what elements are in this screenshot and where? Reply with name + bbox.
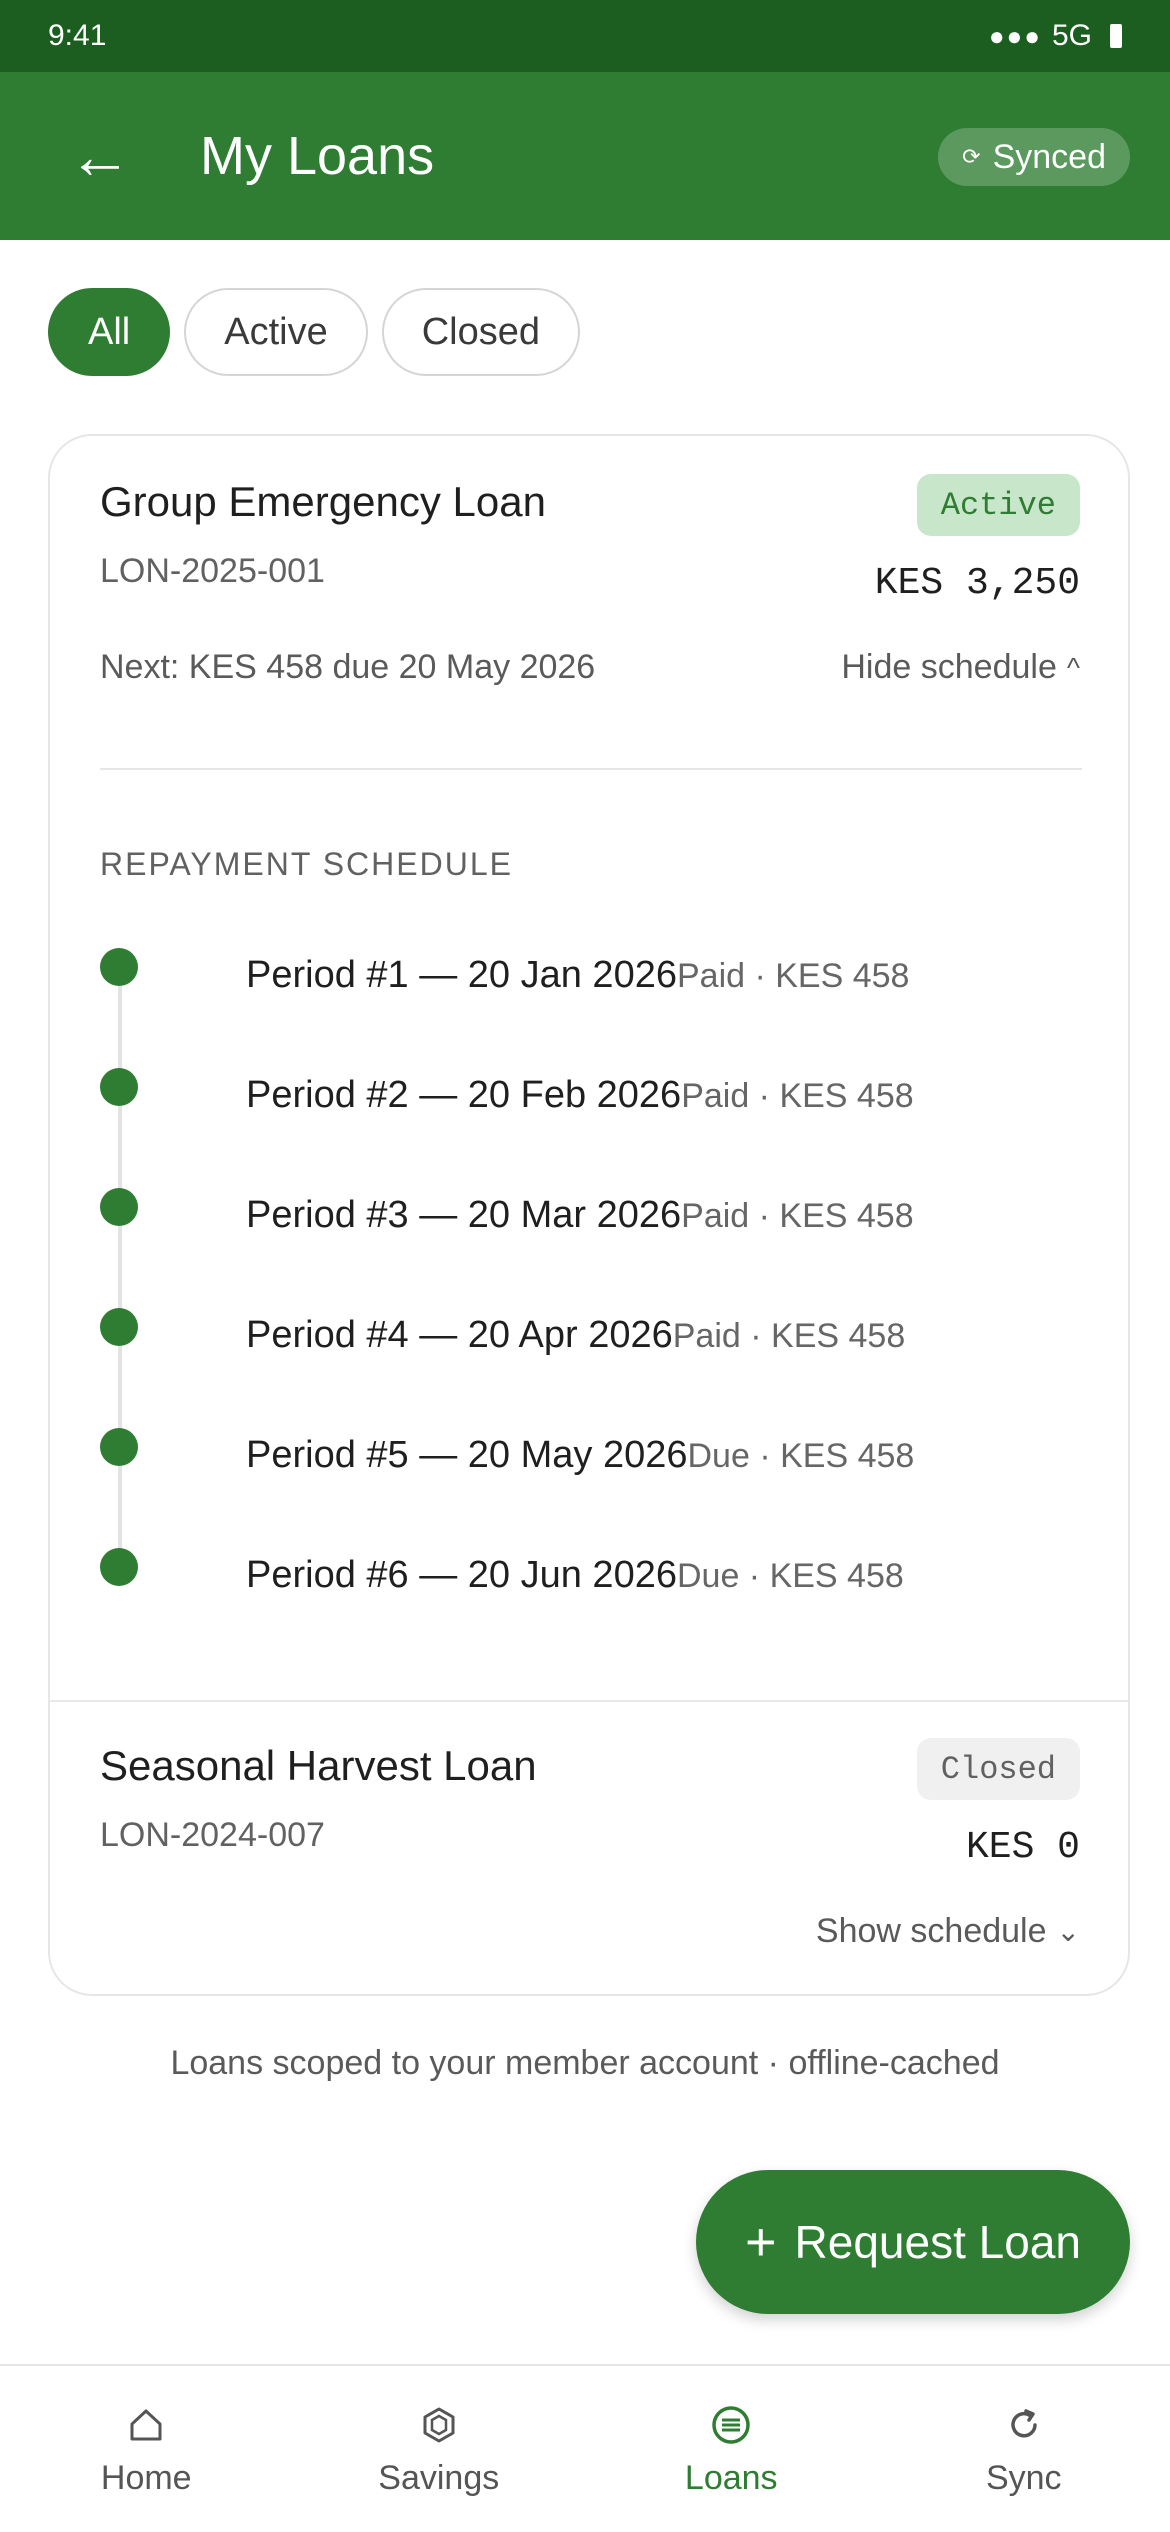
schedule-period: Period #1 — 20 Jan 2026Paid · KES 458 xyxy=(100,948,1100,1008)
period-status: Due · KES 458 xyxy=(687,1437,915,1475)
loans-icon xyxy=(707,2401,755,2449)
filter-chip-active[interactable]: Active xyxy=(184,288,368,376)
timeline-dot xyxy=(100,1428,138,1466)
period-status: Paid · KES 458 xyxy=(676,957,910,995)
loan-amount: KES 3,250 xyxy=(874,562,1080,605)
battery-icon xyxy=(1110,24,1122,48)
nav-item-home[interactable]: Home xyxy=(0,2366,293,2532)
period-date: Period #1 — 20 Jan 2026 xyxy=(246,954,677,996)
page-title: My Loans xyxy=(200,126,435,186)
footer-note: Loans scoped to your member account · of… xyxy=(170,2044,1000,2082)
sync-icon xyxy=(1000,2401,1048,2449)
nav-label: Loans xyxy=(684,2458,778,2497)
schedule-period: Period #3 — 20 Mar 2026Paid · KES 458 xyxy=(100,1188,1100,1248)
savings-icon xyxy=(415,2401,463,2449)
timeline-dot xyxy=(100,948,138,986)
toggle-label: Show schedule xyxy=(815,1912,1047,1950)
app-bar: ← My Loans ⟳ Synced xyxy=(0,72,1170,240)
timeline-dot xyxy=(100,1548,138,1586)
chevron-down-icon: ⌄ xyxy=(1056,1916,1080,1947)
period-date: Period #4 — 20 Apr 2026 xyxy=(246,1314,673,1356)
loan-name: Group Emergency Loan xyxy=(100,478,546,525)
timeline-dot xyxy=(100,1068,138,1106)
loans-card: Group Emergency Loan LON-2025-001 Active… xyxy=(48,434,1130,1996)
status-badge: Closed xyxy=(916,1738,1080,1800)
bottom-nav: Home Savings Loans Sync xyxy=(0,2364,1170,2532)
period-status: Due · KES 458 xyxy=(676,1557,904,1595)
period-date: Period #5 — 20 May 2026 xyxy=(246,1434,688,1476)
timeline-dot xyxy=(100,1188,138,1226)
loan-amount: KES 0 xyxy=(965,1826,1080,1869)
period-date: Period #3 — 20 Mar 2026 xyxy=(246,1194,682,1236)
toggle-label: Hide schedule xyxy=(841,648,1057,686)
period-status: Paid · KES 458 xyxy=(681,1077,914,1115)
loan-separator xyxy=(50,1700,1128,1702)
schedule-period: Period #4 — 20 Apr 2026Paid · KES 458 xyxy=(100,1308,1100,1368)
loan-id: LON-2024-007 xyxy=(100,1816,325,1854)
loan-name: Seasonal Harvest Loan xyxy=(100,1742,537,1789)
loan-id: LON-2025-001 xyxy=(100,552,325,590)
nav-label: Savings xyxy=(378,2458,500,2497)
schedule-period: Period #6 — 20 Jun 2026Due · KES 458 xyxy=(100,1548,1100,1608)
chevron-up-icon: ^ xyxy=(1066,651,1080,683)
signal-icon: ●●● xyxy=(988,20,1042,51)
next-due-text: Next: KES 458 due 20 May 2026 xyxy=(100,648,596,686)
nav-item-loans[interactable]: Loans xyxy=(585,2366,878,2532)
request-loan-button[interactable]: + Request Loan xyxy=(696,2170,1130,2314)
filter-chip-all[interactable]: All xyxy=(48,288,171,376)
status-indicators: ●●● 5G xyxy=(989,19,1122,53)
network-label: 5G xyxy=(1051,19,1092,52)
nav-item-savings[interactable]: Savings xyxy=(293,2366,586,2532)
nav-label: Sync xyxy=(985,2458,1062,2497)
filter-chip-closed[interactable]: Closed xyxy=(381,288,581,376)
plus-icon: + xyxy=(745,2212,777,2272)
sync-status-label: Synced xyxy=(992,137,1106,176)
status-badge: Active xyxy=(916,474,1080,536)
schedule-title: REPAYMENT SCHEDULE xyxy=(100,846,513,882)
schedule-period: Period #2 — 20 Feb 2026Paid · KES 458 xyxy=(100,1068,1100,1128)
status-time: 9:41 xyxy=(48,19,107,52)
hide-schedule-toggle[interactable]: Hide schedule ^ xyxy=(841,648,1080,687)
home-icon xyxy=(122,2401,170,2449)
timeline-dot xyxy=(100,1308,138,1346)
sync-status-chip[interactable]: ⟳ Synced xyxy=(938,128,1130,186)
nav-label: Home xyxy=(100,2458,192,2497)
period-date: Period #2 — 20 Feb 2026 xyxy=(246,1074,682,1116)
divider xyxy=(100,768,1082,770)
period-status: Paid · KES 458 xyxy=(681,1197,914,1235)
schedule-period: Period #5 — 20 May 2026Due · KES 458 xyxy=(100,1428,1100,1488)
status-bar: 9:41 ●●● 5G xyxy=(0,0,1170,72)
nav-item-sync[interactable]: Sync xyxy=(878,2366,1170,2532)
request-loan-label: Request Loan xyxy=(794,2216,1081,2268)
back-arrow-icon[interactable]: ← xyxy=(68,124,158,188)
period-status: Paid · KES 458 xyxy=(672,1317,906,1355)
show-schedule-toggle[interactable]: Show schedule ⌄ xyxy=(816,1912,1080,1951)
sync-icon: ⟳ xyxy=(962,144,981,169)
filter-chips: All Active Closed xyxy=(48,288,581,376)
period-date: Period #6 — 20 Jun 2026 xyxy=(246,1554,677,1596)
